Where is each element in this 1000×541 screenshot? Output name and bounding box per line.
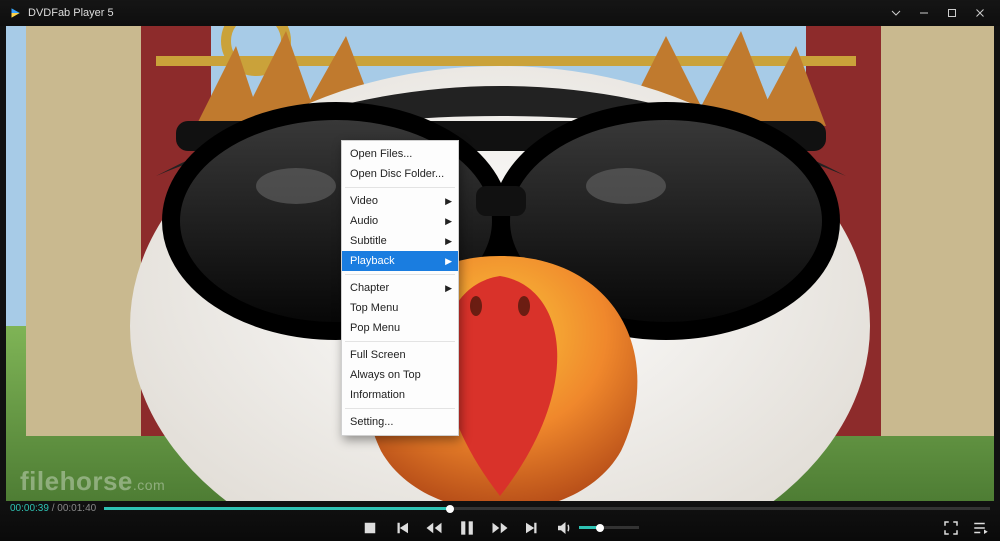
app-window: DVDFab Player 5 [0,0,1000,541]
context-menu-item[interactable]: Full Screen [342,345,458,365]
titlebar[interactable]: DVDFab Player 5 [0,0,1000,26]
chevron-right-icon: ▶ [445,216,452,227]
play-pause-button[interactable] [457,518,477,538]
context-menu-item-label: Full Screen [350,349,406,361]
video-frame-illustration [6,26,994,501]
context-menu-item[interactable]: Always on Top [342,365,458,385]
current-time: 00:00:39 [10,503,49,514]
next-button[interactable] [523,519,541,537]
minimize-button[interactable] [912,3,936,23]
rewind-button[interactable] [425,519,443,537]
volume-slider[interactable] [579,526,639,529]
volume-control [555,519,639,537]
context-menu-item[interactable]: Audio ▶ [342,211,458,231]
context-menu-separator [345,187,455,188]
context-menu-item-label: Subtitle [350,235,387,247]
context-menu-item[interactable]: Video ▶ [342,191,458,211]
context-menu-item-label: Information [350,389,405,401]
context-menu-item[interactable]: Subtitle ▶ [342,231,458,251]
stop-button[interactable] [361,519,379,537]
context-menu-item-label: Pop Menu [350,322,400,334]
context-menu-item[interactable]: Information [342,385,458,405]
seek-thumb[interactable] [446,505,454,513]
chevron-right-icon: ▶ [445,236,452,247]
context-menu-separator [345,341,455,342]
time-display: 00:00:39 / 00:01:40 [10,503,96,514]
context-menu-item[interactable]: Top Menu [342,298,458,318]
context-menu-item-label: Top Menu [350,302,398,314]
context-menu-item-label: Playback [350,255,395,267]
context-menu-item-label: Open Disc Folder... [350,168,444,180]
context-menu-separator [345,408,455,409]
context-menu-item[interactable]: Open Files... [342,144,458,164]
app-title: DVDFab Player 5 [28,7,114,19]
context-menu-item[interactable]: Chapter ▶ [342,278,458,298]
app-logo-icon [8,6,22,20]
playlist-button[interactable] [972,519,990,537]
context-menu-item[interactable]: Setting... [342,412,458,432]
chevron-right-icon: ▶ [445,256,452,267]
playback-controls: 00:00:39 / 00:01:40 [0,501,1000,541]
context-menu-separator [345,274,455,275]
context-menu-item-label: Video [350,195,378,207]
close-button[interactable] [968,3,992,23]
context-menu-item-label: Chapter [350,282,389,294]
duration: 00:01:40 [57,503,96,514]
context-menu-item-label: Always on Top [350,369,421,381]
fullscreen-button[interactable] [942,519,960,537]
maximize-button[interactable] [940,3,964,23]
video-canvas[interactable]: filehorse.com Open Files... Open Disc Fol… [6,26,994,501]
watermark-suffix: .com [133,477,165,493]
seek-bar[interactable] [104,507,990,510]
chevron-right-icon: ▶ [445,283,452,294]
previous-button[interactable] [393,519,411,537]
chevron-right-icon: ▶ [445,196,452,207]
context-menu-item-label: Open Files... [350,148,412,160]
context-menu-item[interactable]: Playback ▶ [342,251,458,271]
watermark: filehorse.com [20,466,165,497]
context-menu-item[interactable]: Pop Menu [342,318,458,338]
volume-icon[interactable] [555,519,573,537]
context-menu-item-label: Audio [350,215,378,227]
forward-button[interactable] [491,519,509,537]
context-menu-item[interactable]: Open Disc Folder... [342,164,458,184]
context-menu-item-label: Setting... [350,416,393,428]
context-menu[interactable]: Open Files...Open Disc Folder...Video▶Au… [341,140,459,436]
window-buttons [884,3,992,23]
volume-thumb[interactable] [596,524,604,532]
settings-dropdown-button[interactable] [884,3,908,23]
watermark-brand: filehorse [20,466,133,496]
